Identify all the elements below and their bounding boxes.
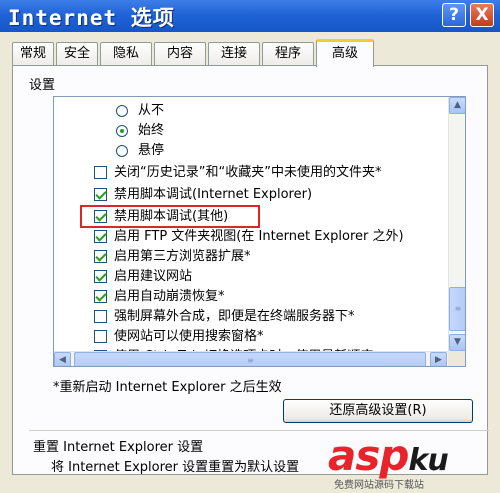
radio-button[interactable] (116, 105, 128, 117)
scroll-left-icon[interactable]: ◀ (54, 352, 71, 366)
checkbox[interactable] (94, 330, 107, 343)
setting-label: 从不 (138, 103, 165, 118)
setting-label: 悬停 (138, 143, 165, 158)
title-bar: Internet 选项 ? X (0, 0, 500, 32)
setting-label: 强制屏幕外合成，即便是在终端服务器下* (114, 309, 355, 324)
tab-strip: 常规 安全 隐私 内容 连接 程序 高级 (12, 39, 492, 67)
internet-options-dialog: 常规 安全 隐私 内容 连接 程序 高级 设置 从不 始终 悬停 关闭“历史记录… (0, 32, 500, 493)
scrollbar-corner (448, 351, 465, 366)
tab-advanced[interactable]: 高级 (316, 39, 374, 67)
tab-programs[interactable]: 程序 (262, 42, 314, 66)
reset-description: 将 Internet Explorer 设置重置为默认设置 (51, 460, 300, 475)
setting-label: 关闭“历史记录”和“收藏夹”中未使用的文件夹* (114, 165, 382, 180)
setting-label: 使网站可以使用搜索窗格* (114, 329, 264, 344)
grip-icon: ≡ (454, 304, 462, 313)
tab-security[interactable]: 安全 (56, 42, 98, 66)
tab-content[interactable]: 内容 (154, 42, 206, 66)
vertical-scrollbar[interactable]: ▲ ≡ ▼ (448, 97, 465, 351)
grip-icon: ≡ (247, 355, 254, 365)
vertical-scroll-thumb[interactable]: ≡ (449, 287, 465, 331)
advanced-panel: 设置 从不 始终 悬停 关闭“历史记录”和“收藏夹”中未使用的文件夹* 禁用脚本… (12, 65, 489, 475)
horizontal-scrollbar[interactable]: ◀ ≡ ▶ (54, 351, 448, 366)
scroll-up-icon[interactable]: ▲ (449, 97, 465, 114)
watermark-tagline: 免费网站源码下载站 (334, 480, 424, 491)
scroll-right-icon[interactable]: ▶ (430, 352, 447, 366)
restore-advanced-settings-button[interactable]: 还原高级设置(R) (283, 399, 473, 423)
settings-tree-list[interactable]: 从不 始终 悬停 关闭“历史记录”和“收藏夹”中未使用的文件夹* 禁用脚本调试(… (53, 96, 466, 367)
setting-label: 启用第三方浏览器扩展* (114, 249, 251, 264)
help-button[interactable]: ? (442, 3, 466, 27)
setting-label: 始终 (138, 123, 165, 138)
highlight-annotation (80, 205, 260, 228)
watermark-logo-red: asp (328, 431, 409, 480)
close-button[interactable]: X (470, 3, 494, 27)
restart-note: *重新启动 Internet Explorer 之后生效 (53, 380, 282, 395)
checkbox-checked[interactable] (94, 188, 107, 201)
checkbox-checked[interactable] (94, 290, 107, 303)
checkbox[interactable] (94, 166, 107, 179)
watermark-logo-dark: ku (408, 443, 448, 478)
setting-label: 启用建议网站 (114, 269, 193, 284)
settings-group-label: 设置 (29, 78, 56, 93)
tab-general[interactable]: 常规 (12, 42, 54, 66)
checkbox-checked[interactable] (94, 230, 107, 243)
setting-label: 启用自动崩溃恢复* (114, 289, 225, 304)
reset-group-title: 重置 Internet Explorer 设置 (33, 440, 204, 455)
horizontal-scroll-thumb[interactable]: ≡ (74, 352, 426, 366)
setting-label: 启用 FTP 文件夹视图(在 Internet Explorer 之外) (114, 229, 404, 244)
tab-connections[interactable]: 连接 (208, 42, 260, 66)
radio-button[interactable] (116, 145, 128, 157)
radio-button-selected[interactable] (116, 125, 128, 137)
setting-label: 禁用脚本调试(Internet Explorer) (114, 187, 313, 202)
checkbox[interactable] (94, 310, 107, 323)
tab-privacy[interactable]: 隐私 (100, 42, 152, 66)
watermark-logo: aspku 免费网站源码下载站 (328, 431, 496, 492)
window-title: Internet 选项 (8, 6, 175, 30)
checkbox-checked[interactable] (94, 250, 107, 263)
checkbox-checked[interactable] (94, 270, 107, 283)
scroll-down-icon[interactable]: ▼ (449, 334, 465, 351)
